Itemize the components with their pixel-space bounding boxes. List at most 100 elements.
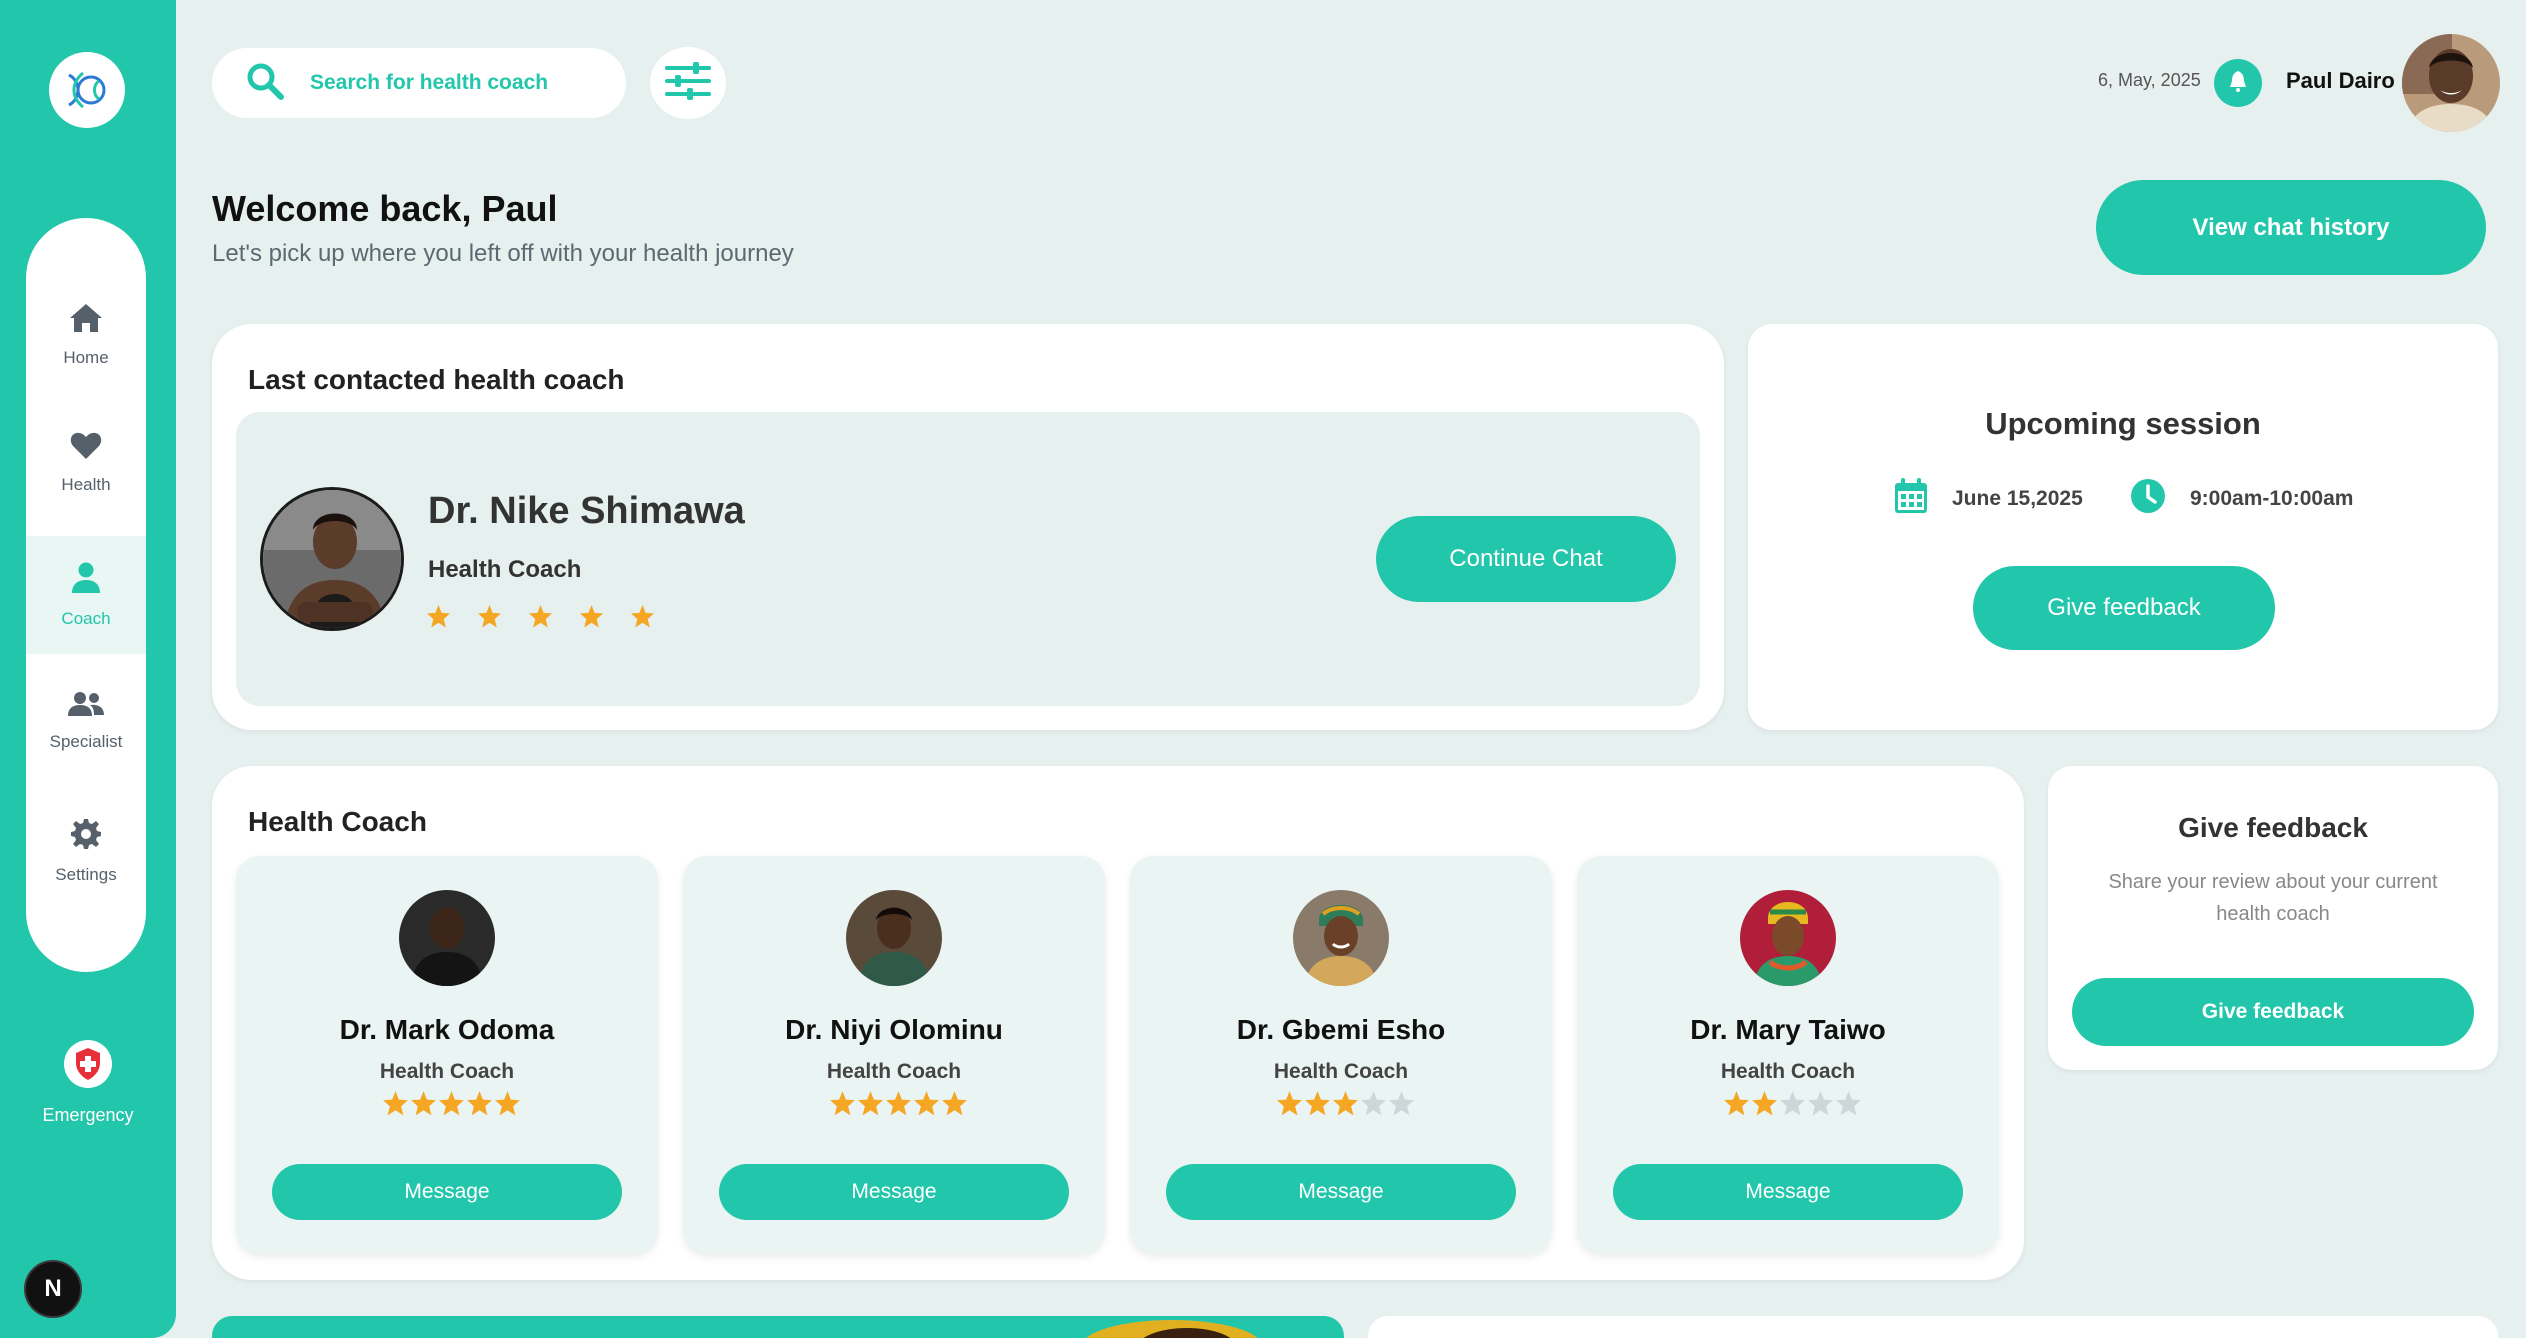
coach-name: Dr. Nike Shimawa (428, 490, 745, 532)
section-title: Health Coach (248, 806, 427, 837)
star-filled-icon (411, 1091, 436, 1116)
star-filled-icon (427, 605, 450, 628)
coach-avatar (1293, 890, 1389, 986)
star-empty-icon (1389, 1091, 1414, 1116)
coach-avatar (846, 890, 942, 986)
view-chat-history-button[interactable]: View chat history (2096, 180, 2486, 275)
home-icon (69, 303, 103, 338)
sidebar-item-specialist[interactable]: Specialist (26, 662, 146, 780)
emergency-button[interactable]: Emergency (0, 1040, 176, 1126)
session-date: June 15,2025 (1894, 478, 2083, 520)
star-filled-icon (478, 605, 501, 628)
coach-rating (829, 1090, 968, 1117)
coach-avatar (1740, 890, 1836, 986)
feedback-description: Share your review about your current hea… (2108, 871, 2438, 925)
star-filled-icon (830, 1091, 855, 1116)
health-coach-card: Health Coach Dr. Mark Odoma Health Coach… (212, 766, 2024, 1280)
sidebar-item-label: Specialist (49, 731, 123, 751)
sidebar-item-home[interactable]: Home (26, 276, 146, 394)
filter-button[interactable] (650, 47, 726, 119)
coach-avatar (260, 487, 404, 631)
give-feedback-button[interactable]: Give feedback (1973, 566, 2275, 650)
message-button[interactable]: Message (719, 1164, 1069, 1220)
sidebar-item-coach[interactable]: Coach (26, 536, 146, 654)
coach-avatar (399, 890, 495, 986)
notification-button[interactable] (2214, 59, 2262, 107)
star-filled-icon (467, 1091, 492, 1116)
sidebar-item-health[interactable]: Health (26, 404, 146, 522)
session-time: 9:00am-10:00am (2130, 478, 2353, 520)
coach-role: Health Coach (428, 556, 582, 583)
sidebar-nav: Home Health Coach Specialist Settings (26, 218, 146, 972)
gear-icon (70, 818, 102, 855)
coach-role: Health Coach (1273, 1060, 1409, 1083)
give-feedback-button[interactable]: Give feedback (2072, 978, 2474, 1046)
last-contacted-panel: Dr. Nike Shimawa Health Coach Continue C… (236, 412, 1700, 706)
star-filled-icon (580, 605, 603, 628)
coach-name: Dr. Mark Odoma (339, 1014, 555, 1045)
star-filled-icon (914, 1091, 939, 1116)
badge-letter: N (44, 1275, 62, 1302)
coach-name: Dr. Niyi Olominu (785, 1014, 1003, 1045)
coach-tile: Dr. Niyi Olominu Health Coach Message (683, 856, 1105, 1254)
heart-icon (70, 432, 102, 465)
person-icon (71, 562, 101, 599)
sliders-icon (665, 60, 711, 107)
star-filled-icon (858, 1091, 883, 1116)
calendar-icon (1894, 478, 1928, 520)
app-logo[interactable] (49, 52, 125, 128)
star-filled-icon (495, 1091, 520, 1116)
search-bar[interactable]: Search for health coach (212, 48, 626, 118)
bottom-card (1368, 1316, 2498, 1338)
clock-icon (2130, 478, 2166, 520)
star-filled-icon (1305, 1091, 1330, 1116)
star-filled-icon (942, 1091, 967, 1116)
section-title: Last contacted health coach (248, 364, 625, 395)
emergency-shield-icon (64, 1040, 112, 1093)
people-icon (68, 691, 104, 722)
message-button[interactable]: Message (272, 1164, 622, 1220)
sidebar-item-settings[interactable]: Settings (26, 792, 146, 910)
last-contacted-card: Last contacted health coach Dr. Nike Shi… (212, 324, 1724, 730)
coach-name: Dr. Gbemi Esho (1236, 1014, 1446, 1045)
coach-name: Dr. Mary Taiwo (1690, 1014, 1886, 1045)
sidebar-item-label: Coach (61, 608, 111, 628)
message-button[interactable]: Message (1613, 1164, 1963, 1220)
n-badge-icon[interactable]: N (24, 1260, 82, 1318)
coach-role: Health Coach (826, 1060, 962, 1083)
sidebar: Home Health Coach Specialist Settings Em… (0, 0, 176, 1338)
give-feedback-card: Give feedback Share your review about yo… (2048, 766, 2498, 1070)
coach-rating (1276, 1090, 1415, 1117)
coach-role: Health Coach (1720, 1060, 1856, 1083)
star-empty-icon (1361, 1091, 1386, 1116)
search-input[interactable]: Search for health coach (310, 71, 548, 95)
page-subtitle: Let's pick up where you left off with yo… (212, 240, 794, 267)
search-icon (246, 62, 284, 105)
user-name[interactable]: Paul Dairo (2286, 68, 2395, 94)
coach-tile: Dr. Mary Taiwo Health Coach Message (1577, 856, 1999, 1254)
continue-chat-button[interactable]: Continue Chat (1376, 516, 1676, 602)
star-filled-icon (439, 1091, 464, 1116)
star-empty-icon (1780, 1091, 1805, 1116)
star-filled-icon (1277, 1091, 1302, 1116)
section-title: Give feedback (2178, 812, 2368, 843)
star-filled-icon (886, 1091, 911, 1116)
coach-role: Health Coach (379, 1060, 515, 1083)
star-filled-icon (529, 605, 552, 628)
star-filled-icon (1333, 1091, 1358, 1116)
coach-tile: Dr. Mark Odoma Health Coach Message (236, 856, 658, 1254)
section-title: Upcoming session (1985, 406, 2261, 441)
current-date: 6, May, 2025 (2098, 70, 2201, 90)
star-empty-icon (1836, 1091, 1861, 1116)
session-date-text: June 15,2025 (1952, 487, 2083, 510)
upcoming-session-card: Upcoming session June 15,2025 9:00am-10:… (1748, 324, 2498, 730)
star-filled-icon (1752, 1091, 1777, 1116)
page-title: Welcome back, Paul (212, 188, 558, 229)
user-avatar[interactable] (2402, 34, 2500, 132)
coach-rating (426, 604, 655, 629)
message-button[interactable]: Message (1166, 1164, 1516, 1220)
coach-rating (1723, 1090, 1862, 1117)
sidebar-item-label: Home (63, 347, 109, 367)
coach-tile: Dr. Gbemi Esho Health Coach Message (1130, 856, 1552, 1254)
emergency-label: Emergency (42, 1105, 134, 1125)
